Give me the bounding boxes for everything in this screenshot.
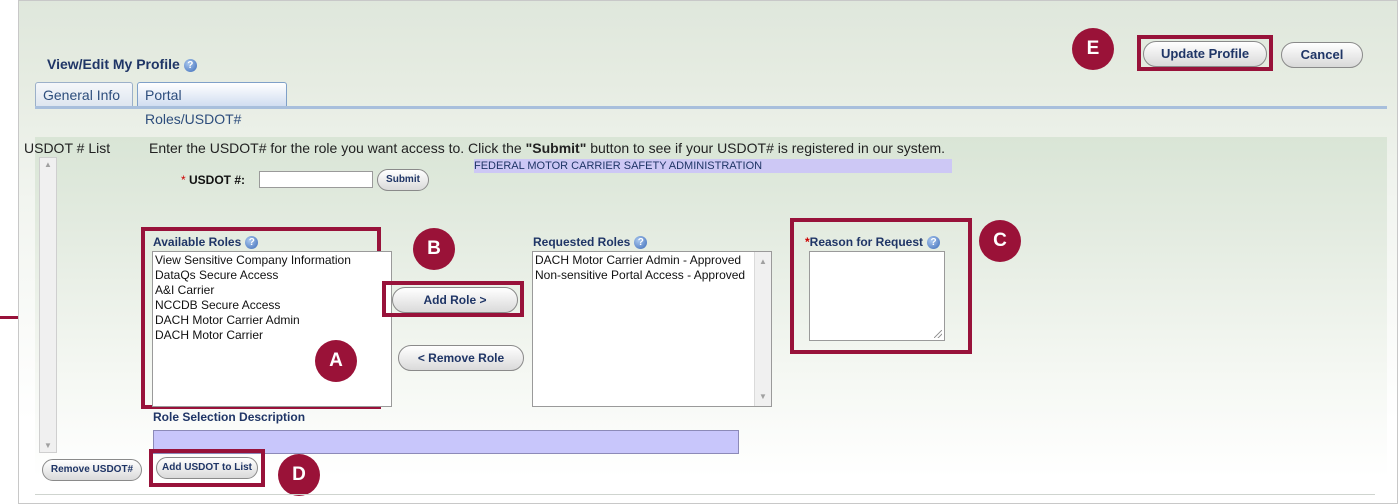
reason-label: *Reason for Request? — [805, 235, 941, 250]
usdot-list-label: USDOT # List — [24, 140, 111, 156]
list-item[interactable]: Non-sensitive Portal Access - Approved — [535, 268, 769, 283]
list-item[interactable]: NCCDB Secure Access — [155, 298, 389, 313]
requested-roles-label: Requested Roles? — [533, 235, 648, 250]
tab-portal-roles[interactable]: Portal Roles/USDOT# — [137, 82, 287, 127]
list-item[interactable]: View Sensitive Company Information — [155, 253, 389, 268]
help-icon[interactable]: ? — [245, 236, 259, 250]
list-item[interactable]: DACH Motor Carrier Admin - Approved — [535, 253, 769, 268]
list-item[interactable]: DACH Motor Carrier Admin — [155, 313, 389, 328]
usdot-field-label: * USDOT #: — [181, 173, 246, 187]
available-roles-label: Available Roles? — [153, 235, 259, 250]
submit-button[interactable]: Submit — [377, 169, 429, 191]
add-usdot-button[interactable]: Add USDOT to List — [156, 457, 258, 479]
resize-grip-icon[interactable] — [934, 330, 942, 338]
list-item[interactable]: A&I Carrier — [155, 283, 389, 298]
remove-role-button[interactable]: < Remove Role — [398, 345, 524, 371]
agency-name-bar: FEDERAL MOTOR CARRIER SAFETY ADMINISTRAT… — [474, 159, 952, 173]
requested-roles-list[interactable]: DACH Motor Carrier Admin - Approved Non-… — [532, 251, 772, 407]
tab-divider — [35, 106, 1387, 109]
callout-c-badge: C — [979, 220, 1021, 262]
profile-window: View/Edit My Profile? E Update Profile C… — [18, 0, 1398, 504]
role-description-label: Role Selection Description — [153, 410, 306, 424]
scroll-down-icon[interactable]: ▼ — [759, 389, 767, 404]
cancel-button[interactable]: Cancel — [1281, 42, 1363, 68]
usdot-input[interactable] — [259, 171, 373, 188]
scroll-up-icon[interactable]: ▲ — [44, 160, 52, 169]
callout-a-badge: A — [315, 340, 357, 382]
callout-b-badge: B — [413, 228, 455, 270]
add-role-button[interactable]: Add Role > — [392, 287, 518, 313]
page-title: View/Edit My Profile? — [47, 56, 197, 72]
callout-e-badge: E — [1072, 28, 1114, 70]
requested-roles-scrollbar[interactable]: ▲ ▼ — [754, 252, 771, 406]
help-icon[interactable]: ? — [927, 236, 941, 250]
reason-textarea[interactable] — [809, 251, 945, 341]
available-roles-list[interactable]: View Sensitive Company Information DataQ… — [152, 251, 392, 407]
scroll-up-icon[interactable]: ▲ — [759, 254, 767, 269]
usdot-instruction: Enter the USDOT# for the role you want a… — [149, 140, 946, 156]
update-profile-button[interactable]: Update Profile — [1143, 41, 1267, 67]
callout-d-badge: D — [278, 454, 320, 496]
list-item[interactable]: DACH Motor Carrier — [155, 328, 389, 343]
usdot-list-box[interactable]: ▲ ▼ — [39, 157, 57, 453]
bottom-divider — [35, 494, 1375, 495]
scroll-down-icon[interactable]: ▼ — [44, 441, 52, 450]
portal-roles-panel: USDOT # List Enter the USDOT# for the ro… — [24, 137, 1387, 497]
help-icon[interactable]: ? — [634, 236, 648, 250]
list-item[interactable]: DataQs Secure Access — [155, 268, 389, 283]
remove-usdot-button[interactable]: Remove USDOT# — [42, 459, 142, 481]
tab-general-info[interactable]: General Info — [35, 82, 133, 107]
help-icon[interactable]: ? — [183, 58, 197, 72]
